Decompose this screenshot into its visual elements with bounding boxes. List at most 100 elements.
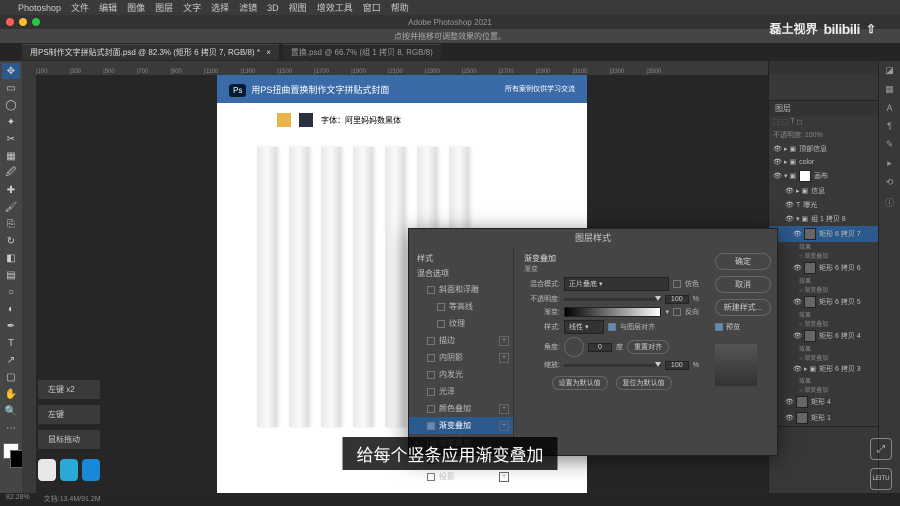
paragraph-panel-icon[interactable]: ¶ (887, 121, 892, 131)
path-tool[interactable]: ↗ (2, 352, 20, 368)
lasso-tool[interactable]: ◯ (2, 97, 20, 113)
swatches-panel-icon[interactable]: ▦ (885, 84, 894, 95)
scale-value[interactable]: 100 (665, 361, 689, 370)
visibility-icon[interactable] (785, 187, 793, 195)
close-window-icon[interactable] (6, 18, 14, 26)
color-panel-icon[interactable]: ◪ (885, 65, 894, 76)
style-inner-shadow[interactable]: 内阴影+ (409, 349, 513, 366)
make-default-button[interactable]: 设置为默认值 (552, 376, 608, 390)
style-satin[interactable]: 光泽 (409, 383, 513, 400)
layer-filter-icon[interactable]: ⬚ (773, 118, 780, 126)
foreground-background-colors[interactable] (3, 443, 19, 459)
visibility-icon[interactable] (785, 215, 793, 223)
style-contour[interactable]: 等高线 (409, 298, 513, 315)
move-tool[interactable]: ✥ (2, 63, 20, 79)
menu-image[interactable]: 图像 (127, 1, 145, 14)
history-brush-tool[interactable]: ↻ (2, 233, 20, 249)
document-tab-active[interactable]: 用PS制作文字拼贴式封面.psd @ 82.3% (矩形 6 拷贝 7, RGB… (22, 44, 279, 60)
menu-view[interactable]: 视图 (289, 1, 307, 14)
reset-default-button[interactable]: 复位为默认值 (616, 376, 672, 390)
preview-checkbox[interactable] (715, 323, 723, 331)
maximize-window-icon[interactable] (32, 18, 40, 26)
add-icon[interactable]: + (499, 353, 509, 363)
menu-select[interactable]: 选择 (211, 1, 229, 14)
menu-window[interactable]: 窗口 (363, 1, 381, 14)
shape-tool[interactable]: ▢ (2, 369, 20, 385)
leitu-logo-icon[interactable]: LEITU (870, 468, 892, 490)
layer-filter-icon[interactable]: ⬚ (782, 118, 789, 126)
menu-layer[interactable]: 图层 (155, 1, 173, 14)
opacity-value[interactable]: 100 (665, 295, 689, 304)
info-panel-icon[interactable]: ⓘ (885, 196, 894, 209)
visibility-icon[interactable] (793, 365, 801, 373)
actions-panel-icon[interactable]: ▸ (887, 158, 892, 169)
type-tool[interactable]: T (2, 335, 20, 351)
edit-toolbar[interactable]: ⋯ (2, 420, 20, 436)
scale-slider[interactable] (564, 364, 661, 367)
visibility-icon[interactable] (785, 201, 793, 209)
blur-tool[interactable]: ○ (2, 284, 20, 300)
add-icon[interactable]: + (499, 336, 509, 346)
style-gradient-overlay[interactable]: 渐变叠加+ (409, 417, 513, 434)
share-icon[interactable]: ⇧ (866, 22, 876, 36)
stamp-tool[interactable]: ⎘ (2, 216, 20, 232)
menu-help[interactable]: 帮助 (391, 1, 409, 14)
dodge-tool[interactable]: ◐ (2, 301, 20, 317)
frame-tool[interactable]: ▦ (2, 148, 20, 164)
document-tab[interactable]: 置换.psd @ 66.7% (组 1 拷贝 8, RGB/8) (283, 44, 441, 60)
menu-app[interactable]: Photoshop (18, 3, 61, 13)
reset-align-button[interactable]: 重置对齐 (627, 340, 669, 354)
visibility-icon[interactable] (773, 158, 781, 166)
style-texture[interactable]: 纹理 (409, 315, 513, 332)
character-panel-icon[interactable]: A (886, 103, 892, 113)
layer-filter-icon[interactable]: ◻ (797, 118, 803, 126)
styles-header[interactable]: 样式 (409, 251, 513, 266)
visibility-icon[interactable] (793, 332, 801, 340)
menu-3d[interactable]: 3D (267, 3, 279, 13)
reverse-checkbox[interactable] (673, 308, 681, 316)
zoom-tool[interactable]: 🔍 (2, 403, 20, 419)
cancel-button[interactable]: 取消 (715, 276, 771, 293)
menu-filter[interactable]: 滤镜 (239, 1, 257, 14)
add-icon[interactable]: + (499, 404, 509, 414)
dither-checkbox[interactable] (673, 280, 681, 288)
pen-tool[interactable]: ✒ (2, 318, 20, 334)
visibility-icon[interactable] (785, 414, 793, 422)
layer-filter-icon[interactable]: T (790, 118, 794, 126)
visibility-icon[interactable] (785, 398, 793, 406)
ok-button[interactable]: 确定 (715, 253, 771, 270)
eraser-tool[interactable]: ◧ (2, 250, 20, 266)
crop-tool[interactable]: ✂ (2, 131, 20, 147)
style-color-overlay[interactable]: 颜色叠加+ (409, 400, 513, 417)
brush-tool[interactable]: 🖌 (2, 199, 20, 215)
new-style-button[interactable]: 新建样式... (715, 299, 771, 316)
add-icon[interactable]: + (499, 421, 509, 431)
gradient-preview[interactable] (564, 307, 661, 317)
visibility-icon[interactable] (793, 264, 801, 272)
style-bevel[interactable]: 斜面和浮雕 (409, 281, 513, 298)
style-inner-glow[interactable]: 内发光 (409, 366, 513, 383)
hand-tool[interactable]: ✋ (2, 386, 20, 402)
history-panel-icon[interactable]: ⟲ (886, 177, 894, 188)
heal-tool[interactable]: ✚ (2, 182, 20, 198)
gradient-tool[interactable]: ▤ (2, 267, 20, 283)
add-icon[interactable]: + (499, 472, 509, 482)
angle-dial[interactable] (564, 337, 584, 357)
wand-tool[interactable]: ✦ (2, 114, 20, 130)
style-stroke[interactable]: 描边+ (409, 332, 513, 349)
opacity-slider[interactable] (564, 298, 661, 301)
menu-plugins[interactable]: 增效工具 (317, 1, 353, 14)
menu-edit[interactable]: 编辑 (99, 1, 117, 14)
brushes-panel-icon[interactable]: ✎ (886, 139, 894, 150)
visibility-icon[interactable] (773, 172, 781, 180)
blend-mode-select[interactable]: 正片叠底 ▾ (564, 277, 669, 291)
visibility-icon[interactable] (793, 298, 801, 306)
visibility-icon[interactable] (773, 145, 781, 153)
menu-type[interactable]: 文字 (183, 1, 201, 14)
eyedropper-tool[interactable]: 🖉 (2, 165, 20, 181)
style-drop-shadow[interactable]: 投影+ (409, 468, 513, 485)
angle-value[interactable]: 0 (588, 343, 612, 352)
marquee-tool[interactable]: ▭ (2, 80, 20, 96)
expand-icon[interactable]: ⤢ (870, 438, 892, 460)
menu-file[interactable]: 文件 (71, 1, 89, 14)
